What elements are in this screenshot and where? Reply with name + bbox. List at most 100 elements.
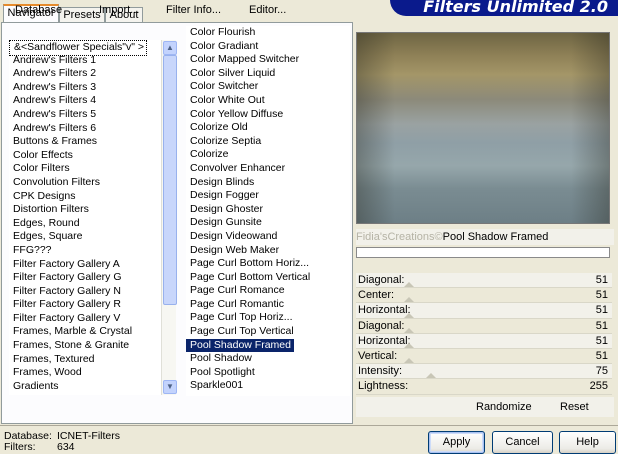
filter-item[interactable]: Color Mapped Switcher <box>186 53 350 67</box>
filter-info-button[interactable]: Filter Info... <box>166 0 221 20</box>
filter-item[interactable]: Page Curl Bottom Horiz... <box>186 257 350 271</box>
author-credit: Fidia'sCreations© <box>356 231 443 243</box>
category-list[interactable]: &<Sandflower Specials"v" >Andrew's Filte… <box>9 40 161 395</box>
category-item[interactable]: Andrew's Filters 1 <box>9 54 161 68</box>
filter-item[interactable]: Design Blinds <box>186 176 350 190</box>
slider-value: 51 <box>596 319 608 334</box>
slider-value: 75 <box>596 364 608 379</box>
filter-item[interactable]: Design Videowand <box>186 230 350 244</box>
category-item[interactable]: Buttons & Frames <box>9 135 161 149</box>
category-item[interactable]: Edges, Round <box>9 217 161 231</box>
slider-label: Center: <box>358 288 394 303</box>
category-item[interactable]: Andrew's Filters 5 <box>9 108 161 122</box>
slider-value: 51 <box>596 288 608 303</box>
slider-row[interactable]: Horizontal:51 <box>356 334 612 349</box>
category-item[interactable]: Andrew's Filters 4 <box>9 94 161 108</box>
slider-row[interactable]: Lightness: 255 <box>356 379 612 394</box>
slider-row[interactable]: Intensity: 75 <box>356 364 612 379</box>
filter-item[interactable]: Design Fogger <box>186 189 350 203</box>
filter-item[interactable]: Color Yellow Diffuse <box>186 108 350 122</box>
status-info: Database:ICNET-Filters Filters:634 <box>4 431 120 452</box>
filter-item[interactable]: Color White Out <box>186 94 350 108</box>
filter-item[interactable]: Page Curl Top Horiz... <box>186 311 350 325</box>
filter-item[interactable]: Color Silver Liquid <box>186 67 350 81</box>
slider-value: 51 <box>596 349 608 364</box>
category-item[interactable]: Distortion Filters <box>9 203 161 217</box>
title-banner: Filters Unlimited 2.0 <box>390 0 618 16</box>
slider-label: Lightness: <box>358 379 408 394</box>
slider-row[interactable]: Vertical:51 <box>356 349 612 364</box>
filter-item[interactable]: Pool Spotlight <box>186 366 350 380</box>
filter-item[interactable]: Design Web Maker <box>186 244 350 258</box>
reset-button[interactable]: Reset <box>560 397 589 417</box>
slider-label: Intensity: <box>358 364 402 379</box>
slider-handle[interactable] <box>404 313 414 318</box>
category-item[interactable]: Andrew's Filters 6 <box>9 122 161 136</box>
database-label: Database: <box>4 431 57 442</box>
apply-button[interactable]: Apply <box>428 431 485 454</box>
slider-row[interactable]: Center: 51 <box>356 288 612 303</box>
category-item[interactable]: Frames, Marble & Crystal <box>9 325 161 339</box>
category-item[interactable]: Frames, Wood <box>9 366 161 380</box>
cancel-button[interactable]: Cancel <box>492 431 553 454</box>
category-item[interactable]: Filter Factory Gallery N <box>9 285 161 299</box>
category-item[interactable]: Edges, Square <box>9 230 161 244</box>
filter-item[interactable]: Color Flourish <box>186 26 350 40</box>
filter-item[interactable]: Page Curl Bottom Vertical <box>186 271 350 285</box>
category-item[interactable]: Filter Factory Gallery G <box>9 271 161 285</box>
category-item[interactable]: Convolution Filters <box>9 176 161 190</box>
slider-handle[interactable] <box>404 343 414 348</box>
scroll-down-icon[interactable]: ▼ <box>163 380 177 394</box>
category-item[interactable]: Color Filters <box>9 162 161 176</box>
filter-item[interactable]: Color Gradiant <box>186 40 350 54</box>
slider-row[interactable]: Diagonal:51 <box>356 273 612 288</box>
slider-handle[interactable] <box>426 373 436 378</box>
slider-handle[interactable] <box>404 328 414 333</box>
category-item[interactable]: Andrew's Filters 2 <box>9 67 161 81</box>
slider-label: Horizontal: <box>358 303 411 318</box>
category-item[interactable]: FFG??? <box>9 244 161 258</box>
category-item[interactable]: CPK Designs <box>9 190 161 204</box>
category-item[interactable]: Frames, Stone & Granite <box>9 339 161 353</box>
filter-item[interactable]: Design Gunsite <box>186 216 350 230</box>
filter-item[interactable]: Colorize Septia <box>186 135 350 149</box>
slider-value: 255 <box>590 379 608 394</box>
slider-handle[interactable] <box>404 297 414 302</box>
category-item[interactable]: Andrew's Filters 3 <box>9 81 161 95</box>
scroll-thumb[interactable] <box>163 55 177 305</box>
slider-value: 51 <box>596 303 608 318</box>
slider-handle[interactable] <box>404 358 414 363</box>
filter-item[interactable]: Color Switcher <box>186 80 350 94</box>
filter-name-label: Pool Shadow Framed <box>443 231 549 243</box>
editor-button[interactable]: Editor... <box>249 0 286 20</box>
filter-item[interactable]: Colorize <box>186 148 350 162</box>
randomize-button[interactable]: Randomize <box>476 397 532 417</box>
filter-list[interactable]: Color FlourishColor GradiantColor Mapped… <box>186 26 350 396</box>
filter-item-selected[interactable]: Pool Shadow Framed <box>186 339 294 353</box>
category-scrollbar[interactable]: ▲ ▼ <box>161 40 176 395</box>
category-item[interactable]: Color Effects <box>9 149 161 163</box>
slider-handle[interactable] <box>404 282 414 287</box>
filter-item[interactable]: Sparkle001 <box>186 379 350 393</box>
help-button[interactable]: Help <box>559 431 616 454</box>
filter-item[interactable]: Page Curl Top Vertical <box>186 325 350 339</box>
filter-item[interactable]: Page Curl Romantic <box>186 298 350 312</box>
database-button[interactable]: Database <box>15 0 62 20</box>
import-button[interactable]: Import... <box>99 0 139 20</box>
filter-item[interactable]: Convolver Enhancer <box>186 162 350 176</box>
filter-item[interactable]: Colorize Old <box>186 121 350 135</box>
app-title: Filters Unlimited 2.0 <box>423 0 608 16</box>
category-item[interactable]: Gradients <box>9 380 161 394</box>
filter-item[interactable]: Page Curl Romance <box>186 284 350 298</box>
category-item[interactable]: Filter Factory Gallery V <box>9 312 161 326</box>
category-item[interactable]: Filter Factory Gallery R <box>9 298 161 312</box>
filter-item[interactable]: Pool Shadow <box>186 352 350 366</box>
category-item[interactable]: Frames, Textured <box>9 353 161 367</box>
slider-row[interactable]: Diagonal:51 <box>356 319 612 334</box>
slider-row[interactable]: Horizontal: 51 <box>356 303 612 318</box>
right-button-bar: Randomize Reset <box>356 397 614 417</box>
scroll-up-icon[interactable]: ▲ <box>163 41 177 55</box>
progress-bar <box>356 247 610 258</box>
filter-item[interactable]: Design Ghoster <box>186 203 350 217</box>
category-item[interactable]: Filter Factory Gallery A <box>9 258 161 272</box>
